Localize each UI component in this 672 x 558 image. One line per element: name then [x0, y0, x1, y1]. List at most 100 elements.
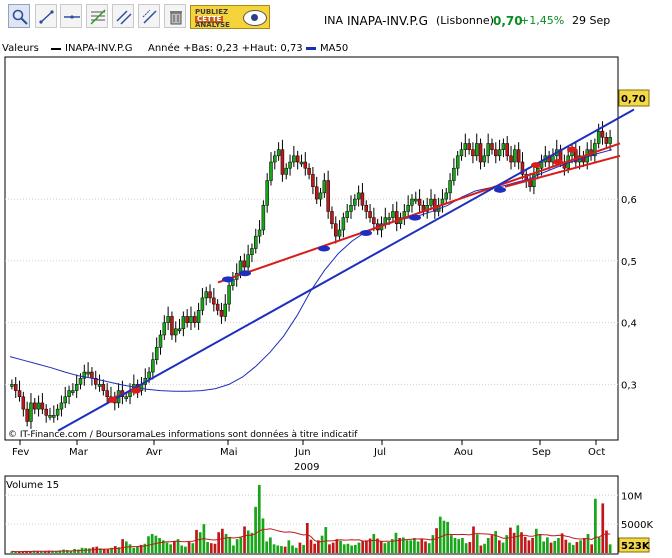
candle	[71, 390, 75, 393]
candle	[181, 316, 186, 330]
volume-bar	[608, 544, 612, 553]
candle	[318, 192, 323, 200]
candle	[36, 402, 41, 410]
candle	[261, 205, 266, 231]
candle	[208, 291, 212, 299]
candle	[254, 235, 258, 249]
candle	[40, 402, 45, 410]
volume-bar	[320, 535, 324, 553]
volume-bar	[427, 543, 431, 553]
candle	[173, 328, 178, 336]
volume-bar	[472, 526, 475, 553]
volume-bar	[586, 533, 590, 553]
volume-bar	[438, 516, 442, 553]
time-axis: Fev Mar Avr Mai Jun Jul Aou Sep Oct	[12, 440, 605, 458]
candle	[151, 359, 155, 373]
volume-bar	[106, 549, 110, 553]
touch-marker	[553, 159, 563, 166]
volume-bar	[283, 546, 287, 553]
candle	[364, 205, 368, 212]
volume-bar	[582, 538, 586, 553]
volume-bar	[601, 503, 605, 553]
candle	[372, 217, 376, 225]
volume-bar	[446, 521, 449, 553]
volume-bar	[431, 535, 435, 553]
time-tick: Sep	[532, 447, 551, 458]
candle	[295, 155, 300, 163]
year-label: 2009	[294, 462, 319, 473]
price-axis: 0,3 0,4 0,5 0,6	[621, 195, 637, 391]
volume-bar	[424, 541, 427, 553]
candle	[265, 180, 269, 206]
volume-bar	[538, 533, 542, 553]
volume-bar	[579, 540, 582, 553]
volume-bar	[224, 533, 228, 553]
touch-marker	[239, 270, 251, 277]
volume-bar	[276, 545, 280, 553]
candle	[10, 384, 14, 387]
volume-bar	[387, 542, 390, 553]
candle	[326, 180, 330, 212]
volume-bar	[350, 545, 353, 553]
candle	[513, 149, 517, 163]
volume-bar	[280, 546, 283, 553]
candle	[124, 396, 128, 400]
volume-bar	[516, 525, 520, 553]
volume-bar	[235, 539, 239, 553]
volume-bar	[490, 535, 494, 553]
volume-bar	[501, 542, 505, 553]
candle	[196, 310, 201, 323]
volume-bar	[442, 520, 446, 553]
candle	[158, 334, 163, 348]
volume-bar	[261, 518, 265, 553]
volume-bar	[180, 545, 184, 553]
volume-bar	[198, 532, 202, 553]
volume-bar	[365, 540, 368, 553]
price-tick: 0,5	[621, 257, 637, 268]
candle	[608, 137, 612, 144]
time-tick: Fev	[12, 447, 29, 458]
candle	[337, 229, 342, 237]
candle	[368, 211, 372, 218]
volume-bar	[361, 540, 365, 553]
candle	[516, 149, 521, 163]
last-price-label: 0,70	[621, 94, 646, 105]
volume-bar	[409, 540, 413, 553]
candle	[193, 316, 197, 323]
volume-bar	[250, 532, 254, 553]
volume-bar	[531, 538, 534, 553]
volume-bar	[449, 535, 453, 553]
candle	[33, 402, 37, 410]
volume-panel: Volume 15 5000K 10M 523K	[4, 475, 653, 555]
price-panel: 0,3 0,4 0,5 0,6 0,70 © IT-Finance.com / Bou…	[4, 56, 650, 441]
candle	[59, 402, 64, 410]
candle	[345, 211, 349, 218]
candle	[330, 211, 334, 225]
candle	[97, 384, 102, 387]
candle	[478, 143, 483, 163]
candle	[269, 161, 273, 181]
volume-bar	[173, 541, 176, 553]
candle	[219, 310, 224, 317]
volume-bar	[195, 529, 198, 553]
candle	[459, 149, 464, 157]
volume-bar	[136, 546, 139, 553]
volume-bar	[165, 542, 169, 553]
volume-bar	[534, 528, 538, 553]
volume-bar	[568, 542, 571, 553]
candle	[505, 143, 509, 157]
volume-bar	[132, 547, 136, 553]
candle	[471, 149, 475, 157]
volume-bar	[494, 531, 498, 553]
volume-bar	[483, 543, 486, 553]
volume-bar	[291, 545, 294, 553]
candle	[63, 396, 67, 404]
candle	[215, 303, 220, 311]
volume-bar	[191, 543, 195, 553]
time-tick: Aou	[454, 447, 473, 458]
touch-marker	[222, 276, 234, 283]
candle	[212, 297, 216, 305]
volume-bar	[357, 542, 361, 553]
volume-bar	[457, 539, 461, 553]
candle	[387, 217, 391, 220]
